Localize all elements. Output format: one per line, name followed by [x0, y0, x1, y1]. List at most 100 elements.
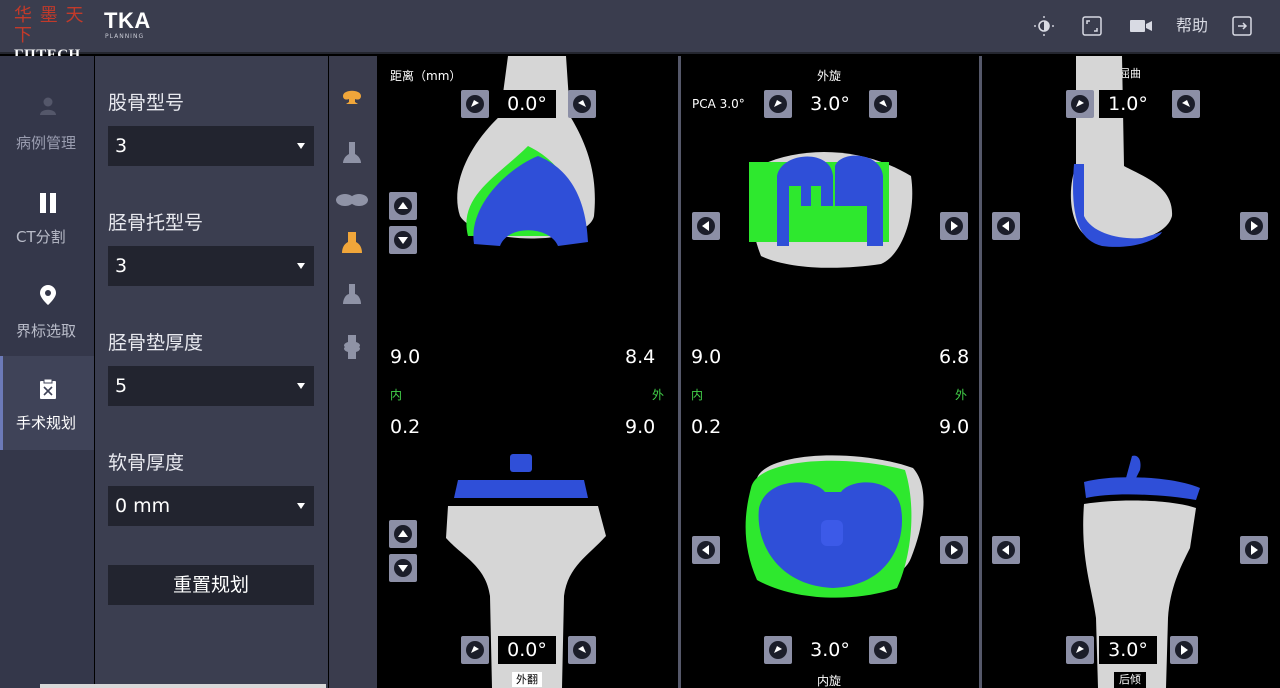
- rotate-cw-button[interactable]: [869, 90, 897, 118]
- rotate-ccw-button[interactable]: [1066, 90, 1094, 118]
- pin-icon: [38, 284, 58, 305]
- femur-size-label: 股骨型号: [108, 92, 185, 114]
- app-title: TKA: [104, 8, 151, 33]
- femur-render: [457, 56, 595, 246]
- nav-item-ct-segmentation[interactable]: CT分割: [0, 168, 94, 262]
- tibia-axial-render: [745, 455, 924, 598]
- bottom-bar: [40, 684, 326, 688]
- femur-implant-icon[interactable]: [339, 86, 365, 112]
- move-down-button[interactable]: [389, 226, 417, 254]
- select-value: 3: [115, 255, 128, 277]
- rotate-cw-button[interactable]: [568, 90, 596, 118]
- nav-label: CT分割: [16, 228, 66, 246]
- medial-label: 内: [390, 388, 403, 402]
- rotate-ccw-button[interactable]: [1066, 636, 1094, 664]
- femur-bone-icon[interactable]: [339, 140, 365, 166]
- distance-lateral-top: 8.4: [625, 346, 656, 368]
- distance-lateral-bottom: 9.0: [939, 416, 970, 438]
- knee-joint-icon[interactable]: [339, 334, 365, 360]
- rotate-left-button[interactable]: [692, 536, 720, 564]
- chevron-down-icon: [297, 143, 305, 149]
- split-icon: [38, 192, 58, 213]
- main-nav: 病例管理 CT分割 界标选取 手术规划: [0, 56, 94, 688]
- reset-plan-button[interactable]: 重置规划: [108, 565, 314, 605]
- rotate-ccw-button[interactable]: [461, 636, 489, 664]
- viewport-axial[interactable]: 外旋 PCA 3.0° 3.0° 9.0 6.8 内 外 0.2 9.0 3.0…: [681, 56, 981, 688]
- camera-icon[interactable]: [1129, 15, 1152, 37]
- app-subtitle: PLANNING: [105, 33, 145, 40]
- slope-angle-value: 3.0°: [1099, 636, 1157, 664]
- rotate-cw-button[interactable]: [1170, 636, 1198, 664]
- lateral-label: 外: [955, 388, 968, 402]
- rotate-cw-button[interactable]: [869, 636, 897, 664]
- rotate-right-button[interactable]: [1240, 212, 1268, 240]
- nav-label: 手术规划: [16, 414, 77, 432]
- rotate-right-button[interactable]: [940, 212, 968, 240]
- valgus-tag: 外翻: [512, 672, 542, 687]
- chevron-down-icon: [297, 503, 305, 509]
- rotate-left-button[interactable]: [992, 536, 1020, 564]
- nav-label: 界标选取: [16, 322, 77, 340]
- rotate-ccw-button[interactable]: [461, 90, 489, 118]
- rotate-right-button[interactable]: [940, 536, 968, 564]
- planning-icon: [38, 378, 58, 399]
- rotate-left-button[interactable]: [992, 212, 1020, 240]
- distance-lateral-top: 6.8: [939, 346, 970, 368]
- insert-thickness-select[interactable]: 5: [108, 366, 314, 406]
- tibia-bone-icon[interactable]: [339, 282, 365, 308]
- cartilage-thickness-label: 软骨厚度: [108, 452, 185, 474]
- distance-medial-bottom: 0.2: [390, 416, 421, 438]
- rotate-right-button[interactable]: [1240, 536, 1268, 564]
- nav-item-surgical-planning[interactable]: 手术规划: [0, 356, 94, 450]
- patella-icon[interactable]: [335, 190, 368, 216]
- view-toolstrip: [329, 56, 377, 688]
- viewport-sagittal[interactable]: 屈曲 1.0° 3.0° 后倾: [982, 56, 1280, 688]
- logo-seal: 华 墨 天 下: [14, 5, 85, 46]
- brightness-icon[interactable]: [1033, 15, 1055, 37]
- cartilage-thickness-select[interactable]: 0 mm: [108, 486, 314, 526]
- internal-rotation-value: 3.0°: [801, 636, 859, 664]
- femur-size-select[interactable]: 3: [108, 126, 314, 166]
- select-value: 5: [115, 375, 128, 397]
- internal-rotation-tag: 内旋: [817, 674, 842, 688]
- help-button[interactable]: 帮助: [1176, 15, 1208, 37]
- valgus-angle-value: 0.0°: [498, 636, 556, 664]
- flexion-angle-value: 1.0°: [1099, 90, 1157, 118]
- insert-thickness-label: 胫骨垫厚度: [108, 332, 204, 354]
- exit-icon[interactable]: [1231, 15, 1253, 37]
- user-icon: [38, 96, 58, 116]
- company-logo: 华 墨 天 下 ΓΠTECH: [14, 5, 90, 64]
- distance-medial-top: 9.0: [390, 346, 421, 368]
- planning-panel: 股骨型号 3 胫骨托型号 3 胫骨垫厚度 5 软骨厚度 0 mm 重置规划: [95, 56, 328, 688]
- femur-sagittal-render: [1070, 56, 1173, 247]
- fullscreen-icon[interactable]: [1081, 15, 1103, 37]
- rotate-ccw-button[interactable]: [764, 90, 792, 118]
- select-value: 3: [115, 135, 128, 157]
- external-rotation-value: 3.0°: [801, 90, 859, 118]
- nav-item-case-management[interactable]: 病例管理: [0, 74, 94, 168]
- varus-angle-value: 0.0°: [498, 90, 556, 118]
- rotate-left-button[interactable]: [692, 212, 720, 240]
- distance-medial-bottom: 0.2: [691, 416, 722, 438]
- nav-label: 病例管理: [16, 134, 77, 152]
- tibia-tray-size-label: 胫骨托型号: [108, 212, 204, 234]
- select-value: 0 mm: [115, 495, 171, 517]
- pca-label: PCA 3.0°: [692, 97, 745, 111]
- rotate-cw-button[interactable]: [1172, 90, 1200, 118]
- move-down-button[interactable]: [389, 554, 417, 582]
- tibia-tray-size-select[interactable]: 3: [108, 246, 314, 286]
- viewport-coronal[interactable]: 距离（mm） 内翻 0.0° 9.0 8.4 内 外 0.2 9.0 0.0° …: [378, 56, 678, 688]
- chevron-down-icon: [297, 263, 305, 269]
- chevron-down-icon: [297, 383, 305, 389]
- external-rotation-tag: 外旋: [817, 69, 842, 83]
- femur-axial-render: [749, 152, 913, 268]
- move-up-button[interactable]: [389, 520, 417, 548]
- rotate-cw-button[interactable]: [568, 636, 596, 664]
- rotate-ccw-button[interactable]: [764, 636, 792, 664]
- tibia-implant-icon[interactable]: [339, 230, 365, 256]
- medial-label: 内: [691, 388, 704, 402]
- distance-lateral-bottom: 9.0: [625, 416, 656, 438]
- move-up-button[interactable]: [389, 192, 417, 220]
- slope-tag: 后倾: [1114, 672, 1146, 688]
- nav-item-landmark-selection[interactable]: 界标选取: [0, 262, 94, 356]
